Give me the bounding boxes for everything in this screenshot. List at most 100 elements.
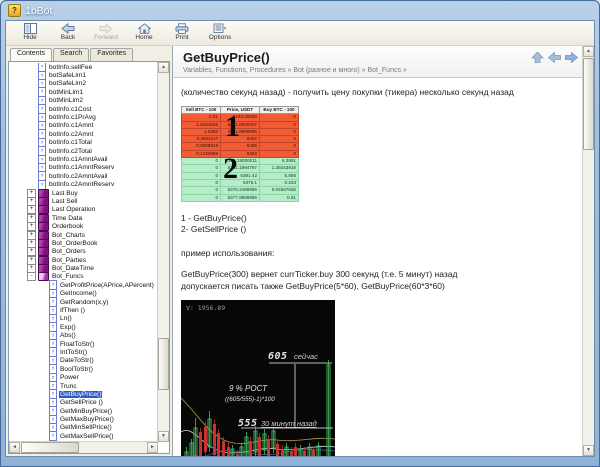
tree-item-label[interactable]: Orderbook — [51, 223, 84, 230]
scroll-down-button[interactable]: ▼ — [158, 431, 169, 442]
tree-item-label[interactable]: Last Sell — [51, 198, 78, 205]
tree-item-label[interactable]: botInfo.c2Amnt — [48, 131, 94, 138]
tree-item-label[interactable]: Power — [59, 374, 80, 381]
tree-item[interactable]: ?GetRandom(x,y) — [9, 298, 158, 306]
tree-item[interactable]: ?botInfo.c1Total — [9, 139, 158, 147]
tree-item-label[interactable]: Last Buy — [51, 190, 79, 197]
tree-item-label[interactable]: Bot_Orders — [51, 248, 87, 255]
tree-item-label-selected[interactable]: GetBuyPrice() — [59, 391, 102, 398]
tree-item-label[interactable]: GetRandom(x,y) — [59, 299, 109, 306]
tree-item-label[interactable]: botInfo.c1Total — [48, 139, 93, 146]
tree-item[interactable]: ?botInfo.c2Total — [9, 147, 158, 155]
tree-item-label[interactable]: BoolToStr() — [59, 366, 94, 373]
collapse-icon[interactable]: - — [27, 272, 36, 281]
tree-item[interactable]: ?botInfo.c1Amnt — [9, 122, 158, 130]
tree-item[interactable]: ?botSafeLim1 — [9, 71, 158, 79]
scroll-up-button[interactable]: ▲ — [158, 62, 169, 73]
tree-item-label[interactable]: DateToStr() — [59, 357, 95, 364]
tree-item-label[interactable]: Exp() — [59, 324, 77, 331]
tree-item-label[interactable]: Ln() — [59, 315, 73, 322]
scroll-left-button[interactable]: ◄ — [9, 442, 20, 453]
hide-button[interactable]: Hide — [14, 22, 46, 42]
tree-item-label[interactable]: IfThen () — [59, 307, 86, 314]
tree-item-label[interactable]: botInfo.c2Total — [48, 148, 93, 155]
tree-item-label[interactable]: botInfo.c1AmntAvail — [48, 156, 109, 163]
tree-item-label[interactable]: GetIncome() — [59, 290, 98, 297]
nav-next-button[interactable] — [565, 52, 578, 63]
scroll-right-button[interactable]: ► — [147, 442, 158, 453]
tree-item-label[interactable]: GetMinSellPrice() — [59, 424, 113, 431]
tree-item-label[interactable]: botSafeLim2 — [48, 80, 87, 87]
tab-search[interactable]: Search — [53, 48, 89, 61]
tree-vertical-scrollbar[interactable]: ▲ ▼ — [157, 62, 169, 442]
tree-item[interactable]: ?botInfo.c2AmntAvail — [9, 172, 158, 180]
nav-top-button[interactable] — [531, 52, 544, 63]
content-scroll-down-button[interactable]: ▼ — [583, 445, 594, 456]
tree-item[interactable]: ?GetBuyPrice() — [9, 390, 158, 398]
tree-item[interactable]: ?Ln() — [9, 315, 158, 323]
content-scrollbar[interactable]: ▲ ▼ — [582, 46, 594, 456]
tree-item-label[interactable]: botInfo.sellFee — [48, 64, 93, 71]
tree-item[interactable]: ?DateToStr() — [9, 357, 158, 365]
tree-item-label[interactable]: botInfo.c1AmntReserv — [48, 164, 115, 171]
title-bar[interactable]: ? 1bBot — [1, 1, 599, 20]
content-scroll-thumb[interactable] — [583, 58, 594, 150]
tree-item-label[interactable]: Bot_OrderBook — [51, 240, 98, 247]
tree-item[interactable]: ?botInfo.c1AmntAvail — [9, 155, 158, 163]
tree-hscroll-thumb[interactable] — [21, 442, 79, 453]
tree-item[interactable]: ?Exp() — [9, 323, 158, 331]
tree-item-label[interactable]: botSafeLim1 — [48, 72, 87, 79]
tree-item-label[interactable]: Bot_DateTime — [51, 265, 95, 272]
tree-item[interactable]: ?Trunc — [9, 382, 158, 390]
tree-item[interactable]: ?Power — [9, 373, 158, 381]
tree-item[interactable]: ?FloatToStr() — [9, 340, 158, 348]
tree-item[interactable]: ?GetMaxBuyPrice() — [9, 415, 158, 423]
tree-item[interactable]: ?botInfo.c2Amnt — [9, 130, 158, 138]
tree-item-label[interactable]: Abs() — [59, 332, 77, 339]
tree-item-label[interactable]: Last Operation — [51, 206, 96, 213]
tree-item[interactable]: ?botSafeLim2 — [9, 80, 158, 88]
tree-item[interactable]: -Bot_Funcs — [9, 273, 158, 281]
tree-item-label[interactable]: GetMaxSellPrice() — [59, 433, 115, 440]
tree-item[interactable]: ?botMinLim2 — [9, 97, 158, 105]
tree-item-label[interactable]: IntToStr() — [59, 349, 88, 356]
tree-horizontal-scrollbar[interactable]: ◄ ► — [9, 441, 158, 453]
tree-item-label[interactable]: botInfo.c2AmntReserv — [48, 181, 115, 188]
tree-item-label[interactable]: GetProfitPrice(APrice,APercent) — [59, 282, 155, 289]
tab-contents[interactable]: Contents — [10, 48, 52, 61]
tree-item-label[interactable]: GetMinBuyPrice() — [59, 408, 113, 415]
tree-item-label[interactable]: GetMaxBuyPrice() — [59, 416, 115, 423]
tab-favorites[interactable]: Favorites — [90, 48, 133, 61]
tree-item-label[interactable]: Bot_Parties — [51, 257, 87, 264]
tree-item-label[interactable]: botInfo.c2AmntAvail — [48, 173, 109, 180]
content-scroll-up-button[interactable]: ▲ — [583, 46, 594, 57]
tree-item-label[interactable]: GetSellPrice () — [59, 399, 104, 406]
tree-item-label[interactable]: Time Data — [51, 215, 83, 222]
back-button[interactable]: Back — [52, 22, 84, 42]
tree-item[interactable]: ?GetIncome() — [9, 290, 158, 298]
breadcrumb[interactable]: Variables, Functions, Procedures » Bot (… — [183, 67, 584, 74]
tree-item[interactable]: ?GetProfitPrice(APrice,APercent) — [9, 281, 158, 289]
tree-item[interactable]: ?botInfo.c1AmntReserv — [9, 164, 158, 172]
home-button[interactable]: Home — [128, 22, 160, 42]
tree-item-label[interactable]: botInfo.c1Amnt — [48, 122, 94, 129]
tree-item[interactable]: ?botInfo.sellFee — [9, 63, 158, 71]
tree-item[interactable]: ?Abs() — [9, 332, 158, 340]
tree-item[interactable]: ?botInfo.c1Cost — [9, 105, 158, 113]
tree-item[interactable]: ?GetMinSellPrice() — [9, 424, 158, 432]
tree-item-label[interactable]: botInfo.c1Cost — [48, 106, 93, 113]
tree-item[interactable]: ?BoolToStr() — [9, 365, 158, 373]
tree-item[interactable]: ?botInfo.c1PrAvg — [9, 113, 158, 121]
print-button[interactable]: Print — [166, 22, 198, 42]
tree-item[interactable]: ?botMinLim1 — [9, 88, 158, 96]
options-button[interactable]: Options — [204, 22, 236, 42]
tree-item[interactable]: ?GetMinBuyPrice() — [9, 407, 158, 415]
tree-item[interactable]: ?IntToStr() — [9, 348, 158, 356]
tree-item[interactable]: ?IfThen () — [9, 306, 158, 314]
nav-previous-button[interactable] — [548, 52, 561, 63]
tree-item-label[interactable]: botMinLim2 — [48, 97, 84, 104]
tree-item-label[interactable]: botMinLim1 — [48, 89, 84, 96]
tree-vscroll-thumb[interactable] — [158, 338, 169, 390]
tree-item-label[interactable]: Trunc — [59, 383, 78, 390]
tree-item-label[interactable]: FloatToStr() — [59, 341, 95, 348]
